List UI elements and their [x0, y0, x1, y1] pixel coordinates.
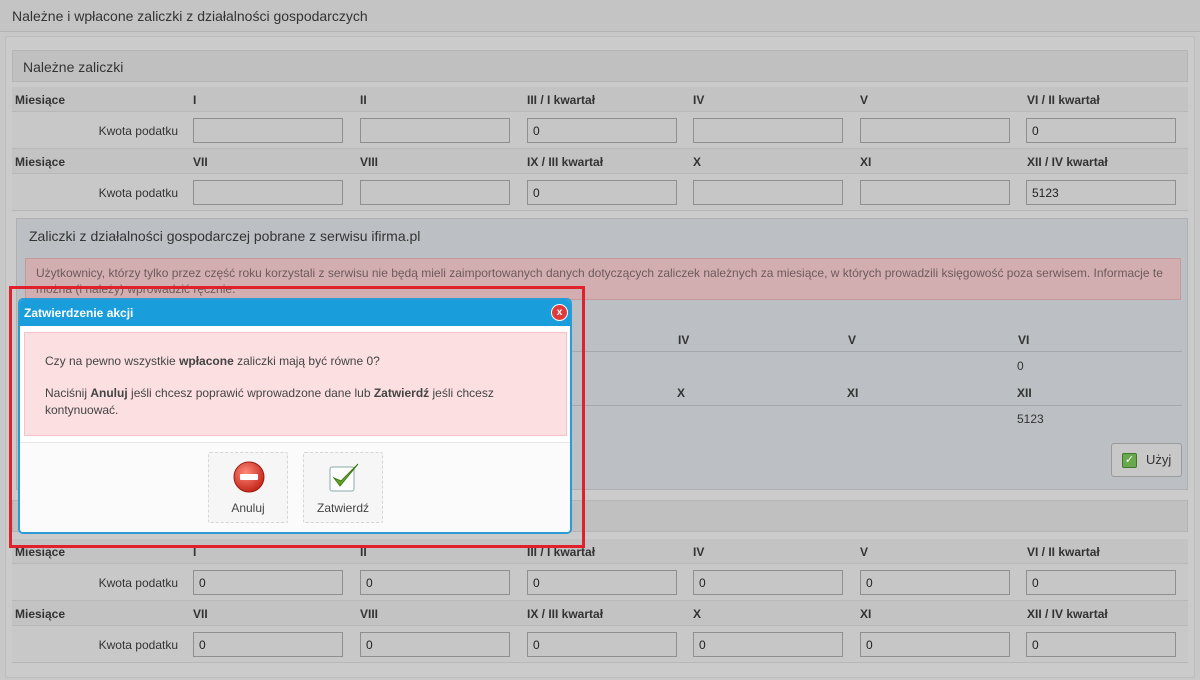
- month-head: V: [860, 545, 869, 559]
- use-button[interactable]: ✓ Użyj: [1111, 443, 1182, 477]
- due-months-row-2: Miesiące VII VIII IX / III kwartał X XI …: [12, 149, 1188, 173]
- import-value: 5123: [1017, 412, 1044, 426]
- month-head: I: [193, 93, 197, 107]
- month-head: IX / III kwartał: [527, 607, 604, 621]
- due-amount-input[interactable]: [693, 118, 843, 143]
- import-month-head: X: [677, 386, 686, 400]
- use-button-label: Użyj: [1146, 452, 1172, 467]
- due-section-header: Należne zaliczki: [12, 50, 1188, 82]
- paid-amount-input[interactable]: [360, 570, 510, 595]
- month-head: IV: [693, 93, 705, 107]
- amount-label: Kwota podatku: [98, 186, 178, 200]
- paid-amount-row-1: Kwota podatku: [12, 563, 1188, 601]
- paid-amount-input[interactable]: [527, 632, 677, 657]
- paid-amount-input[interactable]: [1026, 570, 1176, 595]
- month-head: XII / IV kwartał: [1027, 155, 1108, 169]
- checkbox-icon: ✓: [1122, 453, 1137, 468]
- amount-label: Kwota podatku: [98, 638, 178, 652]
- divider: [557, 351, 1182, 352]
- import-month-head: V: [848, 333, 857, 347]
- paid-amount-input[interactable]: [527, 570, 677, 595]
- month-head: VIII: [360, 155, 379, 169]
- month-head: X: [693, 155, 702, 169]
- paid-amount-input[interactable]: [693, 632, 843, 657]
- due-amount-input[interactable]: [1026, 118, 1176, 143]
- month-head: VII: [193, 155, 208, 169]
- highlight-frame: [9, 286, 585, 548]
- paid-amount-input[interactable]: [193, 570, 343, 595]
- amount-label: Kwota podatku: [98, 124, 178, 138]
- month-head: VI / II kwartał: [1027, 545, 1100, 559]
- amount-label: Kwota podatku: [98, 576, 178, 590]
- due-amount-input[interactable]: [527, 180, 677, 205]
- paid-amount-input[interactable]: [693, 570, 843, 595]
- import-title: Zaliczki z działalności gospodarczej pob…: [29, 228, 421, 244]
- months-label: Miesiące: [15, 155, 66, 169]
- month-head: IV: [693, 545, 705, 559]
- months-label: Miesiące: [15, 607, 66, 621]
- paid-months-row-2: Miesiące VII VIII IX / III kwartał X XI …: [12, 601, 1188, 625]
- month-head: X: [693, 607, 702, 621]
- paid-amount-input[interactable]: [860, 632, 1010, 657]
- paid-amount-input[interactable]: [860, 570, 1010, 595]
- import-month-head: XI: [847, 386, 859, 400]
- paid-amount-input[interactable]: [193, 632, 343, 657]
- import-month-head: IV: [678, 333, 690, 347]
- due-amount-input[interactable]: [693, 180, 843, 205]
- month-head: VIII: [360, 607, 379, 621]
- month-head: XI: [860, 155, 872, 169]
- months-label: Miesiące: [15, 93, 66, 107]
- month-head: XII / IV kwartał: [1027, 607, 1108, 621]
- due-amount-input[interactable]: [193, 118, 343, 143]
- month-head: VI / II kwartał: [1027, 93, 1100, 107]
- paid-amount-input[interactable]: [360, 632, 510, 657]
- month-head: II: [360, 93, 367, 107]
- month-head: IX / III kwartał: [527, 155, 604, 169]
- due-amount-input[interactable]: [527, 118, 677, 143]
- due-amount-input[interactable]: [360, 180, 510, 205]
- paid-amount-input[interactable]: [1026, 632, 1176, 657]
- month-head: V: [860, 93, 869, 107]
- import-value: 0: [1017, 359, 1024, 373]
- month-head: XI: [860, 607, 872, 621]
- import-month-head: XII: [1017, 386, 1032, 400]
- due-amount-input[interactable]: [860, 180, 1010, 205]
- due-amount-input[interactable]: [193, 180, 343, 205]
- due-amount-row-1: Kwota podatku: [12, 111, 1188, 149]
- month-head: VII: [193, 607, 208, 621]
- due-amount-input[interactable]: [360, 118, 510, 143]
- divider: [557, 405, 1182, 406]
- page-title: Należne i wpłacone zaliczki z działalnoś…: [0, 0, 1200, 32]
- due-months-row-1: Miesiące I II III / I kwartał IV V VI / …: [12, 87, 1188, 111]
- due-amount-input[interactable]: [1026, 180, 1176, 205]
- due-amount-row-2: Kwota podatku: [12, 173, 1188, 211]
- due-amount-input[interactable]: [860, 118, 1010, 143]
- paid-amount-row-2: Kwota podatku: [12, 625, 1188, 663]
- month-head: III / I kwartał: [527, 93, 596, 107]
- import-month-head: VI: [1018, 333, 1030, 347]
